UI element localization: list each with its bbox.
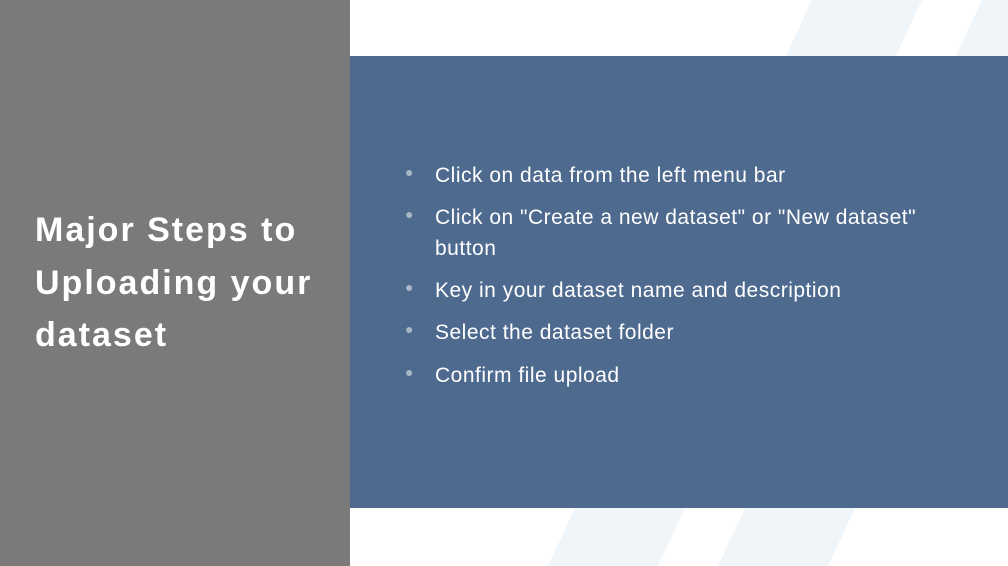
steps-list: Click on data from the left menu bar Cli… — [405, 161, 963, 404]
list-item: Click on "Create a new dataset" or "New … — [405, 203, 963, 264]
title-panel: Major Steps to Uploading your dataset — [0, 0, 350, 566]
list-item: Confirm file upload — [405, 361, 963, 391]
list-item: Key in your dataset name and description — [405, 276, 963, 306]
slide-container: Major Steps to Uploading your dataset Cl… — [0, 0, 1008, 566]
list-item: Click on data from the left menu bar — [405, 161, 963, 191]
list-item: Select the dataset folder — [405, 318, 963, 348]
slide-title: Major Steps to Uploading your dataset — [35, 204, 320, 362]
content-panel: Click on data from the left menu bar Cli… — [350, 56, 1008, 508]
